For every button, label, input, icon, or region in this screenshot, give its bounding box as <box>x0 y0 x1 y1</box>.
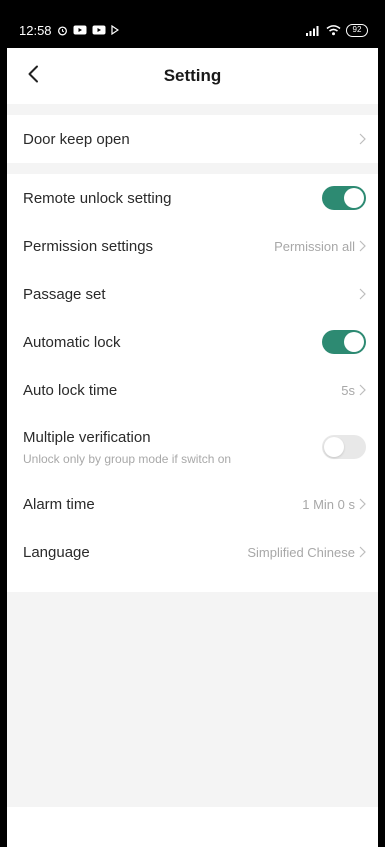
chevron-right-icon <box>359 546 366 558</box>
multiple-verification-label: Multiple verification <box>23 428 151 446</box>
passage-set-label: Passage set <box>23 285 106 303</box>
toggle-knob <box>344 188 364 208</box>
alarm-time-label: Alarm time <box>23 495 95 513</box>
permission-settings-row[interactable]: Permission settings Permission all <box>7 222 378 270</box>
signal-icon <box>306 25 321 36</box>
remote-unlock-row: Remote unlock setting <box>7 174 378 222</box>
nav-bar: Setting <box>7 48 378 104</box>
chevron-left-icon <box>27 65 39 88</box>
door-keep-open-row[interactable]: Door keep open <box>7 115 378 163</box>
chevron-right-icon <box>359 133 366 145</box>
chevron-right-icon <box>359 498 366 510</box>
permission-settings-label: Permission settings <box>23 237 154 255</box>
remote-unlock-toggle[interactable] <box>322 186 366 210</box>
auto-lock-time-row[interactable]: Auto lock time 5s <box>7 366 378 414</box>
auto-lock-time-right: 5s <box>341 383 366 398</box>
multiple-verification-hint: Unlock only by group mode if switch on <box>23 451 232 466</box>
phone-screen: 12:58 92 Setting Door keep open Remote u… <box>7 12 378 847</box>
notification-icon <box>92 25 106 35</box>
door-keep-open-label: Door keep open <box>23 130 130 148</box>
status-right: 92 <box>306 23 368 37</box>
language-value: Simplified Chinese <box>247 544 355 560</box>
language-right: Simplified Chinese <box>247 545 366 560</box>
permission-settings-value: Permission all <box>274 238 355 254</box>
page-title: Setting <box>163 66 222 85</box>
battery-icon: 92 <box>346 23 368 37</box>
back-button[interactable] <box>15 58 51 94</box>
bottom-bar <box>7 807 378 847</box>
alarm-time-row[interactable]: Alarm time 1 Min 0 s <box>7 480 378 528</box>
alarm-clock-icon <box>57 25 68 36</box>
settings-group-door: Door keep open <box>7 115 378 163</box>
passage-set-right <box>359 288 366 300</box>
permission-settings-right: Permission all <box>274 239 366 254</box>
play-icon <box>110 25 119 35</box>
chevron-right-icon <box>359 384 366 396</box>
chevron-right-icon <box>359 240 366 252</box>
automatic-lock-label: Automatic lock <box>23 333 121 351</box>
automatic-lock-toggle[interactable] <box>322 330 366 354</box>
auto-lock-time-value: 5s <box>341 382 355 398</box>
auto-lock-time-label: Auto lock time <box>23 381 118 399</box>
alarm-time-right: 1 Min 0 s <box>302 497 366 512</box>
automatic-lock-row: Automatic lock <box>7 318 378 366</box>
toggle-knob <box>344 332 364 352</box>
status-bar: 12:58 92 <box>7 12 378 48</box>
notification-icon <box>73 25 87 35</box>
multiple-verification-toggle[interactable] <box>322 435 366 459</box>
multiple-verification-row: Multiple verification Unlock only by gro… <box>7 414 378 480</box>
settings-group-main: Remote unlock setting Permission setting… <box>7 174 378 592</box>
status-left: 12:58 <box>19 23 119 38</box>
remote-unlock-label: Remote unlock setting <box>23 189 172 207</box>
door-keep-open-right <box>359 133 366 145</box>
toggle-knob <box>324 437 344 457</box>
chevron-right-icon <box>359 288 366 300</box>
language-row[interactable]: Language Simplified Chinese <box>7 528 378 576</box>
multiple-verification-text: Multiple verification Unlock only by gro… <box>23 429 231 466</box>
language-label: Language <box>23 543 90 561</box>
alarm-time-value: 1 Min 0 s <box>302 496 355 512</box>
passage-set-row[interactable]: Passage set <box>7 270 378 318</box>
wifi-icon <box>326 24 341 36</box>
status-time: 12:58 <box>19 22 52 38</box>
